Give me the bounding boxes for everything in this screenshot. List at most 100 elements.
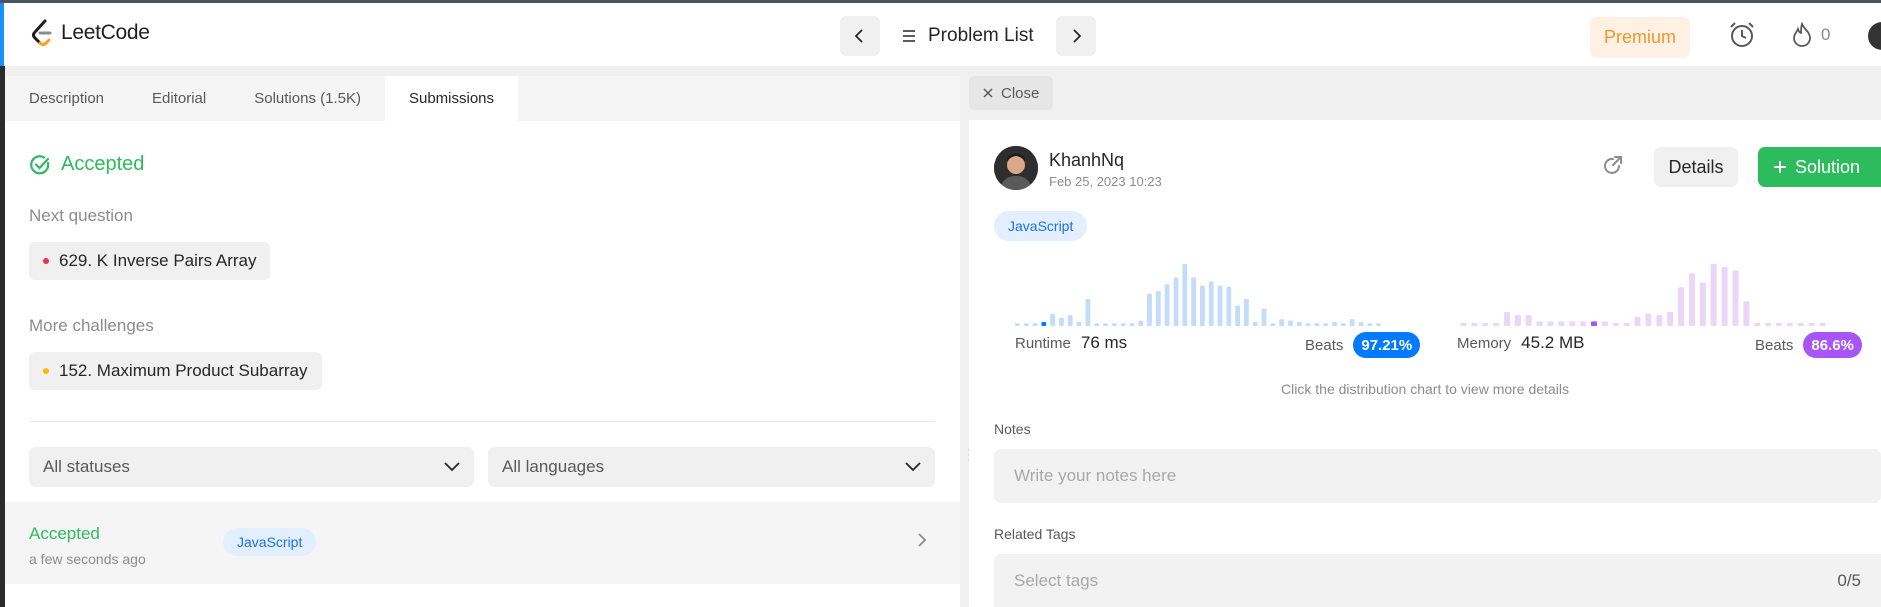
leetcode-logo-icon bbox=[32, 19, 52, 46]
memory-bar bbox=[1504, 312, 1510, 326]
result-status-text: Accepted bbox=[61, 153, 145, 175]
memory-bar bbox=[1808, 322, 1815, 326]
chevron-right-icon bbox=[1072, 29, 1081, 43]
next-question-chip[interactable]: 629. K Inverse Pairs Array bbox=[29, 242, 271, 280]
notes-input[interactable] bbox=[994, 449, 1881, 503]
premium-button[interactable]: Premium bbox=[1590, 17, 1690, 58]
timer-button[interactable] bbox=[1728, 21, 1756, 54]
section-divider bbox=[29, 421, 935, 422]
runtime-bar bbox=[1023, 323, 1029, 326]
runtime-bar bbox=[1103, 323, 1108, 326]
memory-bar bbox=[1819, 322, 1826, 326]
memory-beats-badge: 86.6% bbox=[1803, 332, 1862, 358]
solution-label: Solution bbox=[1795, 156, 1861, 177]
memory-label: Memory bbox=[1457, 334, 1512, 352]
leetcode-logo[interactable]: LeetCode bbox=[31, 19, 150, 47]
runtime-value: 76 ms bbox=[1080, 333, 1128, 352]
memory-bar bbox=[1536, 321, 1543, 326]
memory-bar bbox=[1634, 316, 1641, 326]
logo-text: LeetCode bbox=[61, 21, 150, 44]
runtime-bar bbox=[1173, 277, 1179, 326]
memory-distribution-chart[interactable] bbox=[1458, 260, 1828, 326]
runtime-bar bbox=[1217, 285, 1223, 326]
related-tags-select[interactable]: Select tags 0/5 bbox=[994, 554, 1881, 607]
user-name[interactable]: KhanhNq bbox=[1049, 150, 1124, 171]
language-filter-value: All languages bbox=[502, 457, 605, 476]
memory-bar bbox=[1765, 322, 1772, 326]
memory-bar bbox=[1612, 322, 1619, 326]
memory-bar bbox=[1547, 321, 1554, 326]
next-problem-button[interactable] bbox=[1055, 16, 1096, 56]
tab-submissions[interactable]: Submissions bbox=[384, 76, 519, 121]
streak-counter[interactable]: 0 bbox=[1791, 22, 1830, 48]
status-filter-value: All statuses bbox=[43, 457, 130, 476]
memory-value: 45.2 MB bbox=[1521, 333, 1585, 352]
submission-date: Feb 25, 2023 10:23 bbox=[1049, 174, 1162, 189]
chevron-down-icon bbox=[444, 462, 460, 472]
memory-bar bbox=[1460, 322, 1467, 326]
runtime-bar bbox=[1191, 277, 1196, 326]
runtime-bar bbox=[1358, 322, 1364, 326]
memory-bar bbox=[1732, 270, 1739, 326]
close-detail-button[interactable]: Close bbox=[969, 76, 1054, 110]
runtime-bar bbox=[1182, 264, 1188, 326]
runtime-label: Runtime bbox=[1015, 334, 1071, 352]
memory-bar bbox=[1689, 273, 1695, 326]
memory-bar bbox=[1482, 322, 1489, 326]
post-solution-button[interactable]: Solution bbox=[1758, 147, 1881, 187]
status-filter-select[interactable]: All statuses bbox=[29, 447, 474, 487]
runtime-bar bbox=[1226, 286, 1232, 326]
window-edge bbox=[0, 3, 4, 69]
details-button[interactable]: Details bbox=[1654, 147, 1738, 187]
runtime-beats: Beats 97.21% bbox=[1305, 332, 1421, 358]
runtime-bar bbox=[1050, 313, 1055, 326]
tags-count: 0/5 bbox=[1837, 570, 1861, 590]
tab-bar: Description Editorial Solutions (1.5K) S… bbox=[5, 76, 960, 121]
runtime-bar bbox=[1314, 323, 1320, 326]
memory-bar bbox=[1667, 312, 1674, 326]
difficulty-hard-dot bbox=[43, 258, 49, 264]
share-button[interactable] bbox=[1602, 155, 1624, 182]
runtime-bar bbox=[1155, 291, 1161, 326]
user-avatar[interactable] bbox=[994, 146, 1038, 190]
memory-beats-label: Beats bbox=[1755, 336, 1794, 354]
language-filter-select[interactable]: All languages bbox=[488, 447, 935, 487]
user-avatar-menu[interactable] bbox=[1868, 22, 1881, 50]
fire-icon bbox=[1793, 22, 1811, 47]
language-badge: JavaScript bbox=[994, 211, 1088, 241]
tab-editorial[interactable]: Editorial bbox=[128, 76, 230, 121]
memory-bar bbox=[1710, 264, 1717, 326]
next-question-title: 629. K Inverse Pairs Array bbox=[59, 251, 257, 270]
memory-bar bbox=[1525, 315, 1532, 326]
runtime-bar bbox=[1094, 323, 1100, 326]
memory-bar bbox=[1743, 301, 1750, 326]
runtime-bar bbox=[1349, 319, 1355, 326]
runtime-distribution-chart[interactable] bbox=[1013, 260, 1383, 326]
runtime-bar bbox=[1111, 323, 1117, 326]
problem-list-button[interactable]: Problem List bbox=[902, 25, 1034, 47]
memory-bar bbox=[1569, 321, 1576, 326]
tab-solutions[interactable]: Solutions (1.5K) bbox=[230, 76, 385, 121]
memory-bar bbox=[1754, 322, 1761, 326]
submission-detail-panel: KhanhNq Feb 25, 2023 10:23 Details Solut… bbox=[969, 120, 1881, 607]
tags-placeholder: Select tags bbox=[1014, 570, 1099, 590]
prev-problem-button[interactable] bbox=[840, 16, 880, 56]
runtime-bar bbox=[1288, 320, 1293, 326]
close-icon bbox=[983, 88, 993, 98]
runtime-bar bbox=[1340, 323, 1346, 326]
list-icon bbox=[903, 30, 915, 42]
problem-list-label: Problem List bbox=[928, 25, 1034, 46]
runtime-bar bbox=[1252, 322, 1258, 326]
more-challenge-chip[interactable]: 152. Maximum Product Subarray bbox=[29, 352, 322, 390]
runtime-bar bbox=[1138, 320, 1144, 326]
memory-bar bbox=[1656, 315, 1663, 326]
top-navigation-bar: LeetCode Problem List Premium 0 bbox=[0, 0, 1881, 69]
memory-bar bbox=[1558, 321, 1565, 326]
submission-row[interactable]: Accepted a few seconds ago JavaScript bbox=[5, 502, 960, 584]
chevron-left-icon bbox=[854, 29, 863, 43]
runtime-bar bbox=[1367, 323, 1373, 326]
memory-bar bbox=[1623, 322, 1630, 326]
tab-description[interactable]: Description bbox=[5, 76, 128, 121]
related-tags-label: Related Tags bbox=[994, 526, 1076, 542]
memory-bar bbox=[1678, 287, 1685, 326]
